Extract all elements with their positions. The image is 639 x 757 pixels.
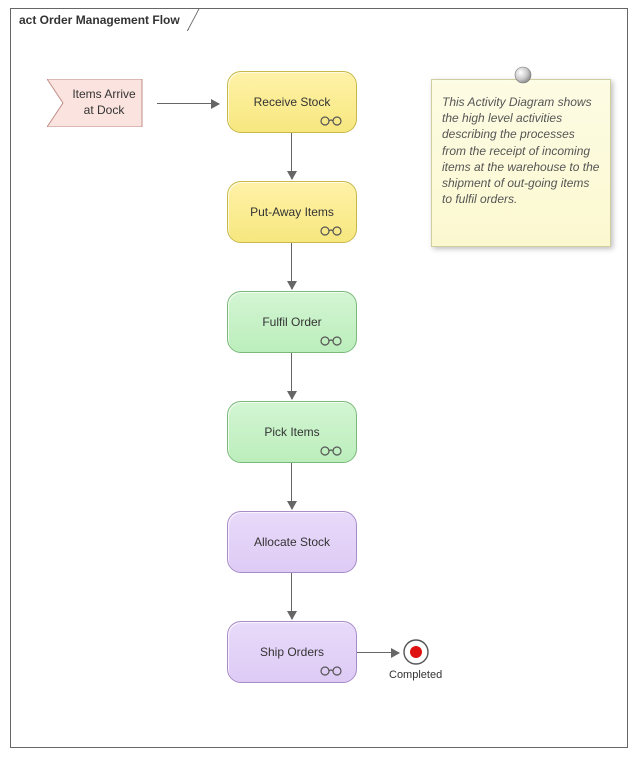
activity-label: Put-Away Items [250, 205, 334, 219]
flow-2-3 [291, 243, 292, 289]
flow-event-to-receive [157, 103, 219, 104]
pin-icon [514, 66, 532, 84]
composite-icon [320, 336, 342, 346]
composite-icon [320, 226, 342, 236]
activity-pick-items[interactable]: Pick Items [227, 401, 357, 463]
diagram-note[interactable]: This Activity Diagram shows the high lev… [431, 79, 611, 247]
flow-3-4 [291, 353, 292, 399]
final-node[interactable] [403, 639, 429, 665]
activity-put-away-items[interactable]: Put-Away Items [227, 181, 357, 243]
activity-label: Pick Items [264, 425, 319, 439]
activity-ship-orders[interactable]: Ship Orders [227, 621, 357, 683]
final-node-icon [403, 639, 429, 665]
activity-label: Ship Orders [260, 645, 324, 659]
activity-fulfil-order[interactable]: Fulfil Order [227, 291, 357, 353]
event-label: Items Arrive at Dock [69, 87, 139, 118]
activity-receive-stock[interactable]: Receive Stock [227, 71, 357, 133]
final-label: Completed [389, 669, 442, 681]
event-items-arrive[interactable]: Items Arrive at Dock [47, 79, 157, 127]
composite-icon [320, 116, 342, 126]
activity-label: Receive Stock [254, 95, 331, 109]
note-text: This Activity Diagram shows the high lev… [442, 95, 599, 206]
composite-icon [320, 446, 342, 456]
diagram-canvas: act Order Management Flow Items Arrive a… [0, 0, 639, 757]
frame-title-tab: act Order Management Flow [10, 8, 189, 30]
activity-allocate-stock[interactable]: Allocate Stock [227, 511, 357, 573]
activity-label: Allocate Stock [254, 535, 330, 549]
composite-icon [320, 666, 342, 676]
activity-label: Fulfil Order [262, 315, 321, 329]
diagram-frame: act Order Management Flow Items Arrive a… [10, 8, 628, 748]
frame-title: act Order Management Flow [11, 13, 188, 27]
flow-5-6 [291, 573, 292, 619]
flow-1-2 [291, 133, 292, 179]
flow-4-5 [291, 463, 292, 509]
flow-to-final [357, 652, 399, 653]
